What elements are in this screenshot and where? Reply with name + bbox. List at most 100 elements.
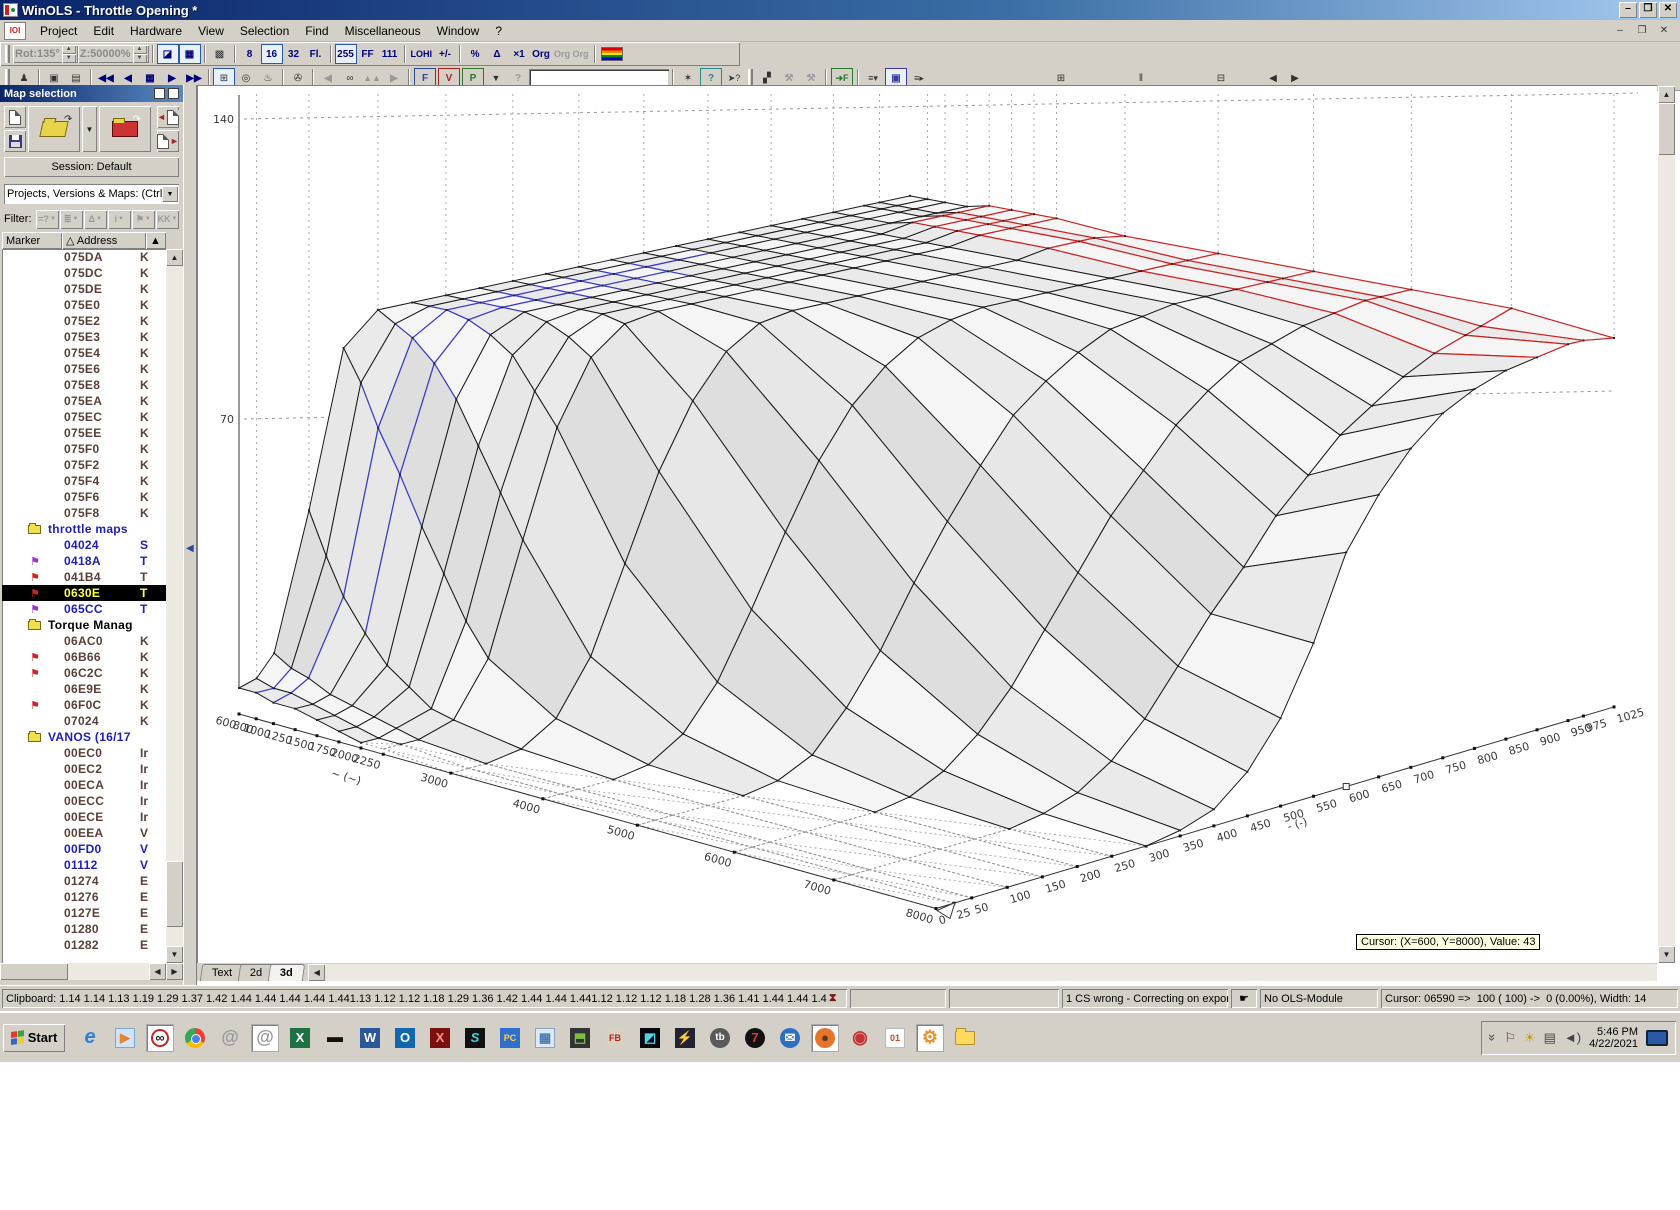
map-list-vertical-scrollbar[interactable]: ▲ ▼ (166, 249, 183, 963)
table-row[interactable]: 075F4K (2, 473, 166, 489)
tab-3d[interactable]: 3d (268, 964, 305, 981)
table-row[interactable]: 07024K (2, 713, 166, 729)
table-row[interactable]: ⚑0418AT (2, 553, 166, 569)
width-32bit-button[interactable]: 32 (283, 44, 305, 64)
table-row[interactable]: 075E3K (2, 329, 166, 345)
import-project-button[interactable]: ↷ (99, 106, 151, 152)
table-row[interactable]: 00EEAV (2, 825, 166, 841)
table-row[interactable]: ⚑041B4T (2, 569, 166, 585)
minimize-button[interactable]: – (1619, 2, 1637, 18)
display-hex-button[interactable]: FF (357, 44, 379, 64)
taskbar-soccer-icon[interactable]: 7 (742, 1025, 768, 1051)
view-mode-combobox[interactable]: Projects, Versions & Maps: (Ctrl ▼ (4, 184, 179, 204)
scroll-down-icon[interactable]: ▼ (1658, 946, 1675, 963)
tray-flag-icon[interactable]: ⚐ (1504, 1030, 1516, 1046)
table-row[interactable]: 04024S (2, 537, 166, 553)
taskbar-calculator-icon[interactable]: ▦ (532, 1025, 558, 1051)
table-row[interactable]: 00FD0V (2, 841, 166, 857)
tray-alert-icon[interactable]: ☀ (1524, 1030, 1536, 1046)
taskbar-defender-icon[interactable]: ◉ (847, 1025, 873, 1051)
menu-selection[interactable]: Selection (232, 21, 297, 41)
tray-display-icon[interactable] (1646, 1030, 1668, 1046)
save-map-button[interactable] (4, 130, 26, 152)
table-row[interactable]: 00EC0Ir (2, 745, 166, 761)
width-8bit-button[interactable]: 8 (239, 44, 261, 64)
table-row[interactable]: 00EC2Ir (2, 761, 166, 777)
tray-chevron-icon[interactable]: » (1485, 1034, 1500, 1041)
table-row[interactable]: 075E4K (2, 345, 166, 361)
scroll-left-icon[interactable]: ◀ (308, 964, 325, 981)
taskbar-privacy-lock-icon[interactable]: ● (812, 1025, 838, 1051)
tray-clock[interactable]: 5:46 PM 4/22/2021 (1589, 1026, 1638, 1050)
mdi-minimize-button[interactable]: – (1612, 24, 1628, 38)
rotation-stepper[interactable]: Rot:135°▲▼ (13, 45, 78, 63)
hdr-sort[interactable]: ▲ (146, 232, 166, 249)
table-row[interactable]: 075DCK (2, 265, 166, 281)
filter-button-1[interactable]: ≣▼ (60, 210, 83, 229)
taskbar-xee-icon[interactable]: X (427, 1025, 453, 1051)
taskbar-chrome-icon[interactable] (182, 1025, 208, 1051)
table-row[interactable]: 075DAK (2, 249, 166, 265)
scrollbar-thumb[interactable] (1658, 103, 1675, 155)
difference-button[interactable]: Δ (486, 44, 508, 64)
display-binary-button[interactable]: 111 (379, 44, 401, 64)
surface-mode-button[interactable]: ◪ (157, 44, 179, 64)
hdr-address[interactable]: △ Address (62, 232, 146, 249)
compare-original-button[interactable]: Org Org (552, 44, 591, 64)
taskbar-mfc-icon[interactable]: ◩ (637, 1025, 663, 1051)
rotation-stepper-down-icon[interactable]: ▼ (62, 54, 76, 63)
list-folder-row[interactable]: Torque Manag (2, 617, 166, 633)
table-row[interactable]: 075E8K (2, 377, 166, 393)
byte-order-button[interactable]: LOHI (409, 44, 435, 64)
filter-button-4[interactable]: ⚑▼ (132, 210, 155, 229)
table-row[interactable]: 00ECEIr (2, 809, 166, 825)
rotation-stepper-up-icon[interactable]: ▲ (62, 45, 76, 54)
new-map-button[interactable] (4, 106, 26, 128)
mdi-close-button[interactable]: ✕ (1656, 24, 1672, 38)
table-row[interactable]: 01112V (2, 857, 166, 873)
taskbar-excel-icon[interactable]: X (287, 1025, 313, 1051)
table-row[interactable]: ⚑06F0CK (2, 697, 166, 713)
factor-button[interactable]: ×1 (508, 44, 530, 64)
taskbar-fb-chip-icon[interactable]: FB (602, 1025, 628, 1051)
collapse-panel-icon[interactable]: ◀ (186, 543, 194, 554)
table-row[interactable]: ⚑06C2CK (2, 665, 166, 681)
chart-vertical-scrollbar[interactable]: ▲ ▼ (1658, 86, 1675, 963)
table-row[interactable]: 075E0K (2, 297, 166, 313)
scroll-up-icon[interactable]: ▲ (1658, 86, 1675, 103)
filter-button-3[interactable]: i▼ (108, 210, 131, 229)
child-window-icon[interactable]: IOI (4, 22, 26, 40)
table-row[interactable]: 075EEK (2, 425, 166, 441)
menu-view[interactable]: View (190, 21, 232, 41)
table-row[interactable]: ⚑065CCT (2, 601, 166, 617)
taskbar-blocks-icon[interactable]: ⬒ (567, 1025, 593, 1051)
mdi-restore-button[interactable]: ❐ (1634, 24, 1650, 38)
taskbar-winols-road-icon[interactable]: ∞ (147, 1025, 173, 1051)
table-row[interactable]: 01282E (2, 937, 166, 953)
width-float-button[interactable]: Fl. (305, 44, 327, 64)
filter-button-2[interactable]: Δ▼ (84, 210, 107, 229)
restore-button[interactable]: ❐ (1639, 2, 1657, 18)
scroll-left-icon[interactable]: ◀ (149, 963, 166, 980)
map-panel-pin-button[interactable] (154, 88, 165, 99)
chart-horizontal-scrollbar[interactable]: ◀ (308, 964, 1657, 981)
map-panel-close-button[interactable] (168, 88, 179, 99)
table-row[interactable]: 00ECAIr (2, 777, 166, 793)
width-16bit-button[interactable]: 16 (261, 44, 283, 64)
taskbar-eprom-chip-icon[interactable]: ▬ (322, 1025, 348, 1051)
table-row[interactable]: 075F0K (2, 441, 166, 457)
zoom-stepper[interactable]: Z:50000%▲▼ (78, 45, 149, 63)
close-button[interactable]: ✕ (1659, 2, 1677, 18)
filter-button-0[interactable]: =?▼ (36, 210, 59, 229)
import-map-button[interactable]: ◄ (157, 106, 179, 128)
taskbar-thunderbird-icon[interactable]: ✉ (777, 1025, 803, 1051)
scrollbar-thumb[interactable] (166, 861, 183, 927)
menu-edit[interactable]: Edit (85, 21, 122, 41)
table-row[interactable]: 075E2K (2, 313, 166, 329)
tray-network-icon[interactable]: ▤ (1544, 1030, 1556, 1046)
export-map-button[interactable]: ► (157, 130, 179, 152)
session-button[interactable]: Session: Default (4, 157, 179, 177)
tray-volume-icon[interactable]: ◄) (1564, 1030, 1581, 1045)
taskbar-word-icon[interactable]: W (357, 1025, 383, 1051)
menu-hardware[interactable]: Hardware (122, 21, 190, 41)
